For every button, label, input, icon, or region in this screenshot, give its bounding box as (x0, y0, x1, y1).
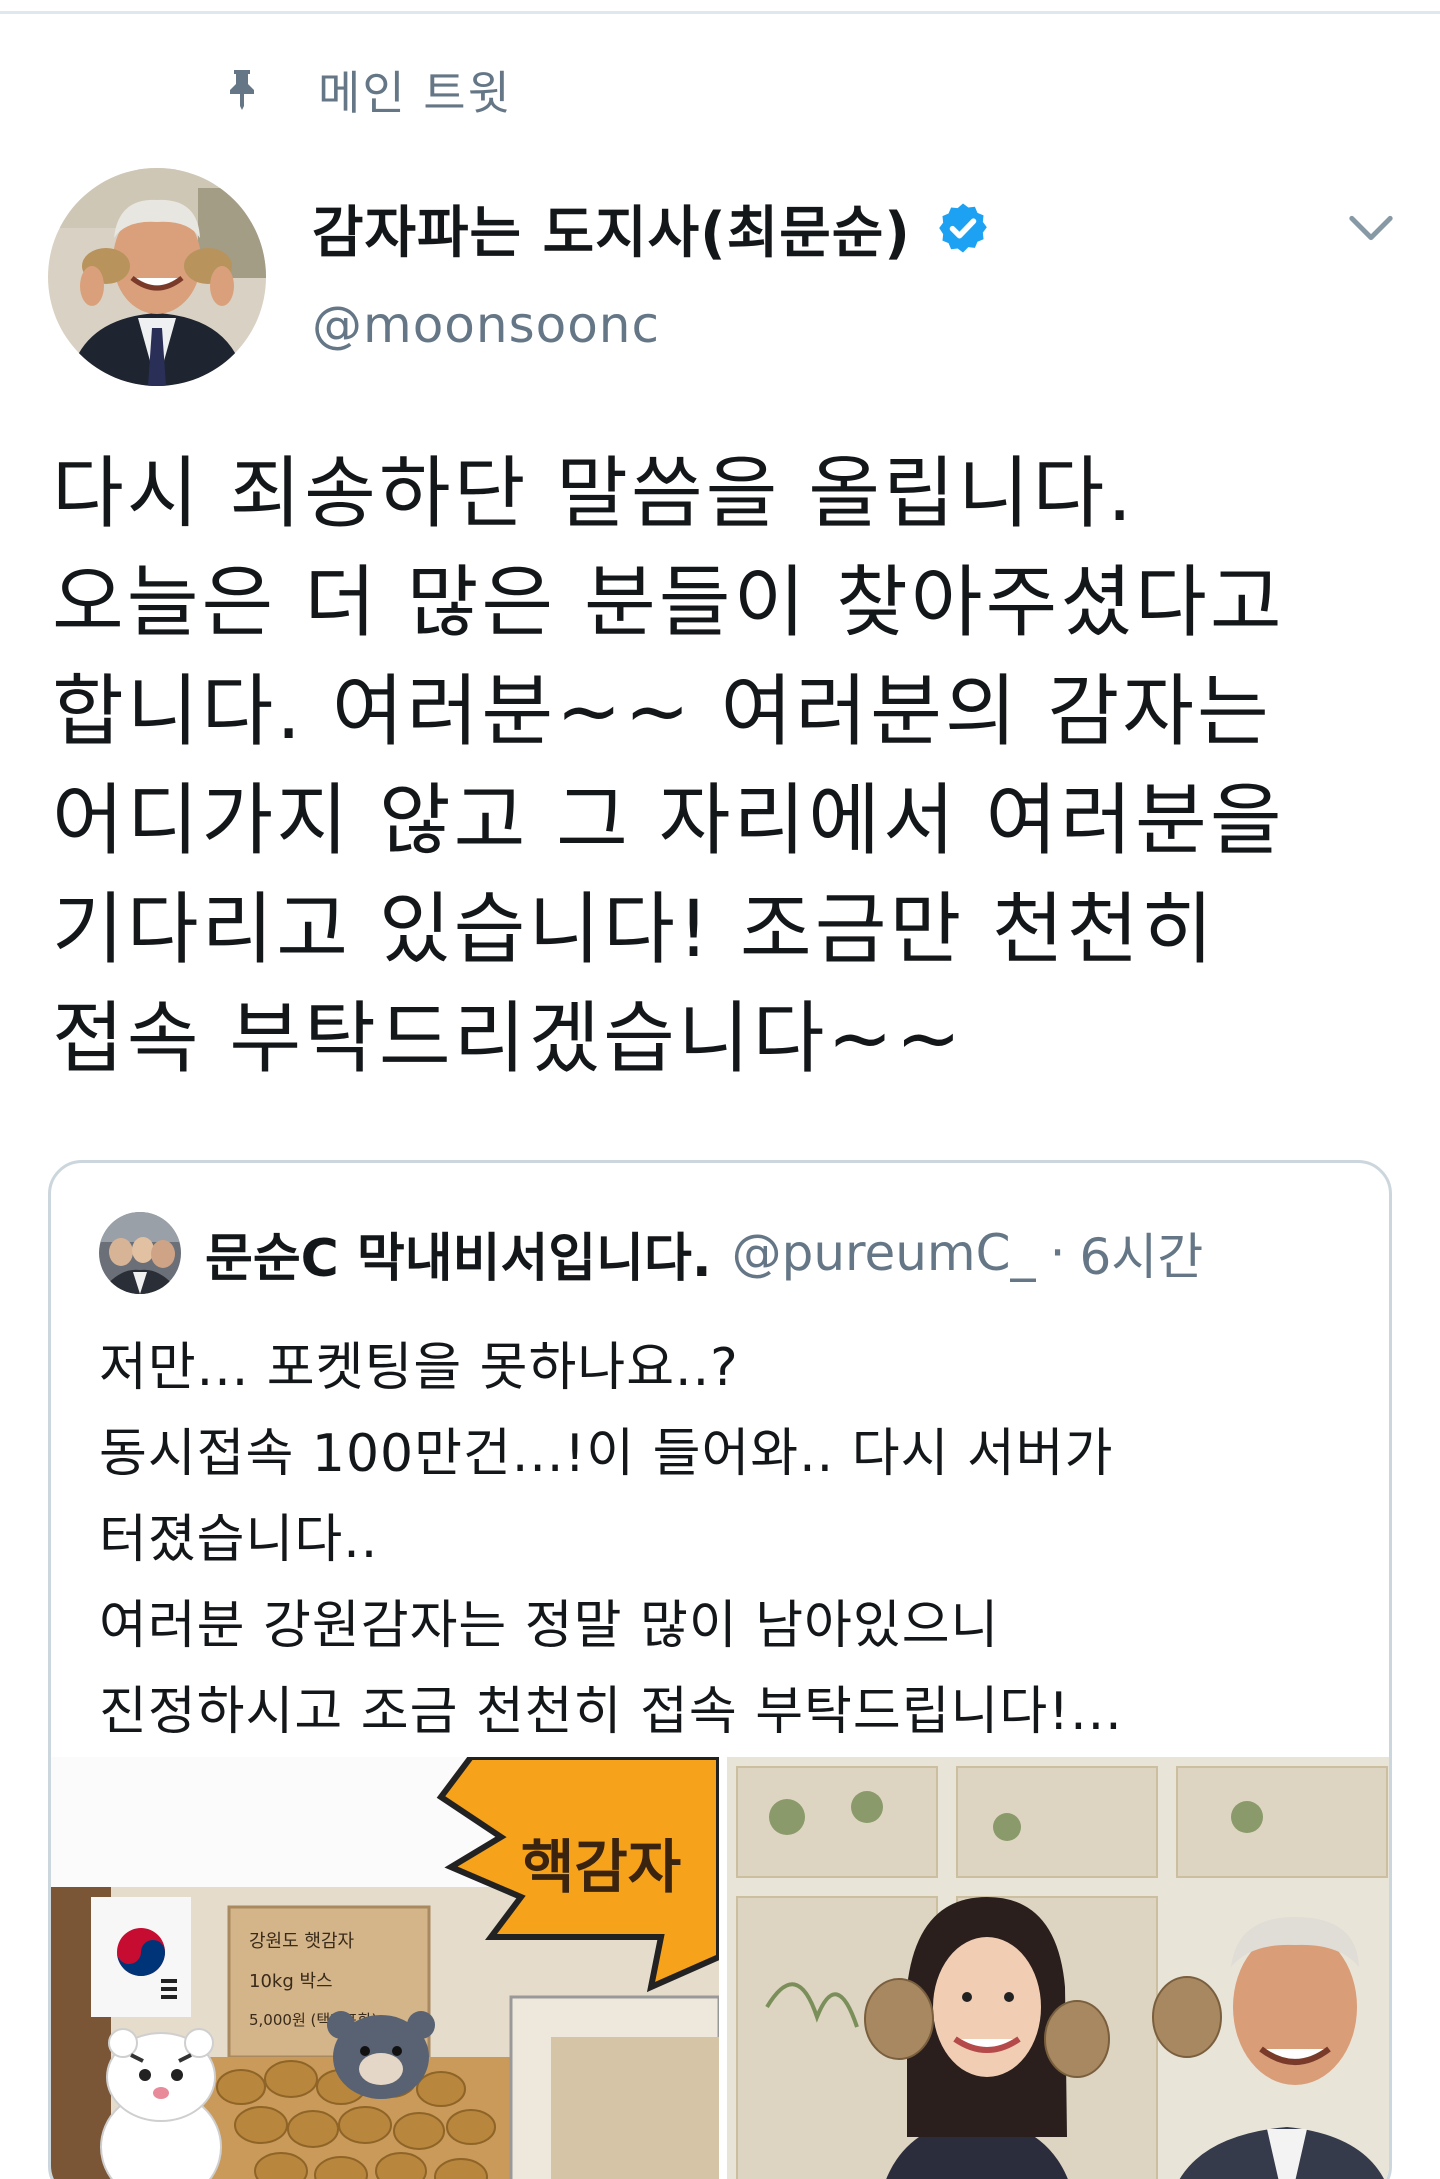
potato-promo-image: 강원도 햇감자 10kg 박스 5,000원 (택배포함) 핵감자 (51, 1757, 719, 2179)
author-handle[interactable]: @moonsoonc (312, 296, 660, 354)
quoted-tweet-card[interactable]: 문순C 막내비서입니다. @pureumC_ · 6시간 저만... 포켓팅을 … (48, 1160, 1392, 2179)
tweet-text-line: 오늘은 더 많은 분들이 찾아주셨다고 (52, 558, 1285, 648)
pinned-header: 메인 트윗 (218, 58, 512, 122)
box-label-1: 강원도 햇감자 (249, 1931, 355, 1952)
quoted-separator: · (1049, 1224, 1066, 1282)
quoted-tweet-text: 저만... 포켓팅을 못하나요..? 동시접속 100만건...!이 들어와..… (99, 1325, 1359, 1755)
author-display-name[interactable]: 감자파는 도지사(최문순) (312, 188, 911, 269)
quoted-text-line: 진정하시고 조금 천천히 접속 부탁드립니다!... (99, 1682, 1123, 1742)
quoted-author-handle[interactable]: @pureumC_ (732, 1224, 1036, 1282)
pin-icon (230, 70, 254, 110)
quoted-text-line: 저만... 포켓팅을 못하나요..? (99, 1338, 739, 1398)
author-name-row[interactable]: 감자파는 도지사(최문순) (312, 188, 991, 268)
quoted-author-avatar[interactable] (99, 1212, 181, 1294)
quoted-media-right[interactable] (727, 1757, 1389, 2179)
box-label-2: 10kg 박스 (249, 1971, 333, 1992)
potato-photo-image (727, 1757, 1389, 2179)
tweet-text: 다시 죄송하단 말씀을 올립니다. 오늘은 더 많은 분들이 찾아주셨다고 합니… (52, 440, 1412, 1094)
quoted-author-name[interactable]: 문순C 막내비서입니다. (205, 1216, 712, 1291)
quoted-author-avatar-image (99, 1212, 181, 1294)
tweet-detail-page: 메인 트윗 감자파는 도지사(최문순) @moonsoonc 다시 죄송하단 말… (0, 0, 1440, 2179)
verified-badge-icon (939, 203, 987, 253)
tweet-text-line: 어디가지 않고 그 자리에서 여러분을 (52, 776, 1285, 866)
quoted-text-line: 터졌습니다.. (99, 1510, 379, 1570)
quoted-text-line: 여러분 강원감자는 정말 많이 남아있으니 (99, 1596, 1000, 1656)
quoted-timestamp[interactable]: 6시간 (1079, 1217, 1203, 1289)
tweet-text-line: 다시 죄송하단 말씀을 올립니다. (52, 449, 1136, 539)
quoted-media-left[interactable]: 강원도 햇감자 10kg 박스 5,000원 (택배포함) 핵감자 (51, 1757, 719, 2179)
pinned-label: 메인 트윗 (318, 66, 512, 120)
top-divider (0, 0, 1440, 14)
tweet-text-line: 접속 부탁드리겠습니다~~ (52, 994, 965, 1084)
promo-badge-text: 핵감자 (521, 1833, 681, 1901)
chevron-down-icon[interactable] (1348, 208, 1394, 248)
author-avatar[interactable] (48, 168, 266, 386)
author-avatar-image (48, 168, 266, 386)
quoted-text-line: 동시접속 100만건...!이 들어와.. 다시 서버가 (99, 1424, 1114, 1484)
quoted-tweet-header: 문순C 막내비서입니다. @pureumC_ · 6시간 (99, 1209, 1203, 1297)
tweet-text-line: 합니다. 여러분~~ 여러분의 감자는 (52, 667, 1272, 757)
tweet-text-line: 기다리고 있습니다! 조금만 천천히 (52, 885, 1217, 975)
